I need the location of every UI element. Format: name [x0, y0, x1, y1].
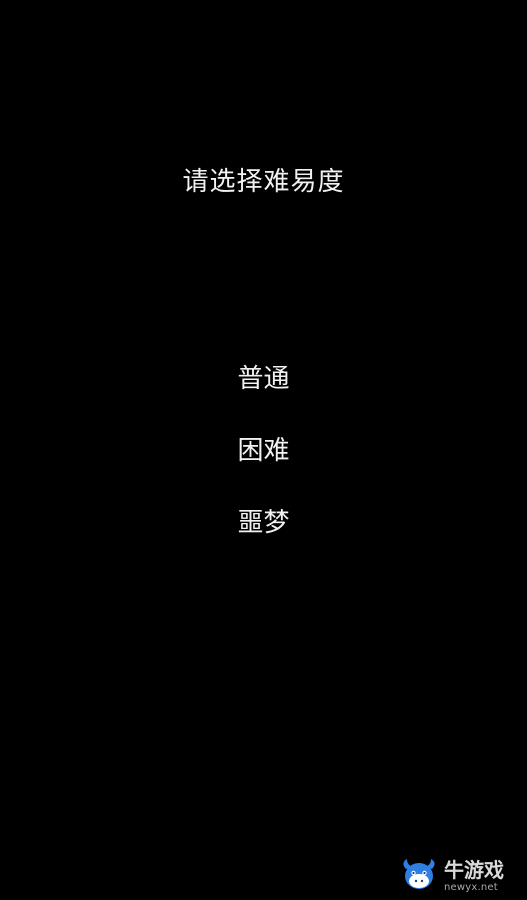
- difficulty-select-screen: 请选择难易度 普通 困难 噩梦 牛游戏 newyx.net: [0, 0, 527, 900]
- difficulty-option-nightmare[interactable]: 噩梦: [237, 506, 289, 540]
- site-watermark: 牛游戏 newyx.net: [400, 855, 524, 897]
- bull-mascot-icon: [403, 859, 435, 889]
- difficulty-options-list: 普通 困难 噩梦: [0, 362, 527, 540]
- difficulty-prompt-title: 请选择难易度: [182, 167, 345, 197]
- difficulty-option-normal[interactable]: 普通: [237, 362, 289, 396]
- watermark-brand: 牛游戏: [444, 857, 504, 882]
- difficulty-option-hard[interactable]: 困难: [237, 434, 289, 468]
- watermark-domain: newyx.net: [444, 881, 498, 893]
- watermark-text: 牛游戏 newyx.net: [444, 860, 504, 893]
